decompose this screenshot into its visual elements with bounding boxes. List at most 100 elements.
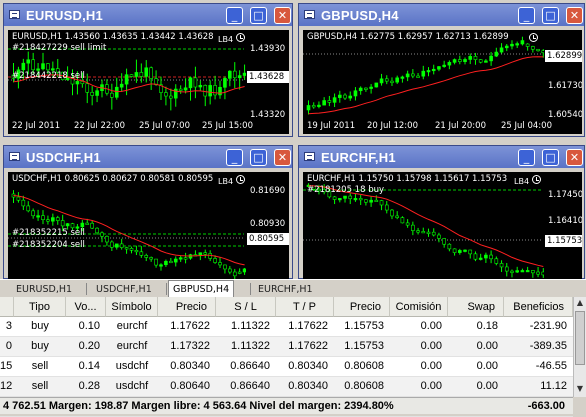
candle-body (228, 268, 232, 273)
table-row[interactable]: 12 sell 0.28 usdchf 0.80640 0.86640 0.80340 0.8… (0, 377, 573, 397)
window-titlebar[interactable]: EURUSD,H1 _ □ ✕ (4, 4, 292, 26)
candle-body (31, 59, 35, 71)
candle-body (531, 46, 535, 50)
window-titlebar[interactable]: GBPUSD,H4 _ □ ✕ (299, 4, 584, 26)
price-chart[interactable]: GBPUSD,H4 1.62775 1.62957 1.62713 1.6289… (303, 30, 582, 134)
order-id: 12 (0, 380, 13, 392)
candle-body (473, 56, 478, 60)
order-open-price: 0.80640 (170, 380, 210, 392)
order-type: buy (31, 340, 49, 352)
column-header-swap[interactable]: Swap (448, 297, 504, 317)
order-swap: 0.18 (476, 320, 498, 332)
table-scrollbar[interactable]: ▲ ▼ (573, 297, 586, 397)
order-current-price: 0.80608 (344, 380, 384, 392)
clock-icon (529, 33, 538, 42)
candle-body (46, 63, 50, 71)
window-titlebar[interactable]: USDCHF,H1 _ □ ✕ (4, 146, 292, 168)
order-open-price: 0.80340 (170, 360, 210, 372)
maximize-icon[interactable]: □ (250, 149, 267, 166)
candle-body (169, 95, 173, 99)
order-open-price: 1.17622 (170, 320, 210, 332)
candle-body (218, 262, 222, 266)
candle-body (173, 258, 178, 263)
order-type: sell (31, 380, 49, 392)
lb4-label: LB4 (218, 35, 234, 44)
column-header-symbol[interactable]: Símbolo (106, 297, 158, 317)
candle-body (237, 75, 242, 79)
candle-body (411, 224, 415, 231)
window-menu-icon[interactable] (304, 152, 315, 161)
window-menu-icon[interactable] (304, 10, 315, 19)
candle-body (473, 253, 478, 260)
table-row[interactable]: 0 buy 0.20 eurchf 1.17322 1.11322 1.17622 1.157… (0, 337, 573, 357)
order-volume: 0.20 (78, 340, 100, 352)
total-profit: -663.00 (527, 400, 565, 412)
candle-body (421, 231, 426, 234)
chart-window-eurusd[interactable]: EURUSD,H1 _ □ ✕ EURUSD,H1 1.43560 1.4363… (3, 3, 293, 137)
tab-eurusd-h1[interactable]: EURUSD,H1 (12, 282, 76, 297)
column-header-take-profit[interactable]: T / P (276, 297, 334, 317)
candle-body (525, 270, 530, 273)
candle-body (494, 51, 499, 57)
maximize-icon[interactable]: □ (542, 7, 559, 24)
price-chart[interactable]: EURCHF,H1 1.15750 1.15798 1.15617 1.1575… (303, 172, 582, 280)
table-row[interactable]: 3 buy 0.10 eurchf 1.17622 1.11322 1.17622 1.157… (0, 317, 573, 337)
chart-window-eurchf[interactable]: EURCHF,H1 _ □ ✕ EURCHF,H1 1.15750 1.1579… (298, 145, 585, 280)
price-chart[interactable]: USDCHF,H1 0.80625 0.80627 0.80581 0.8059… (8, 172, 289, 280)
order-swap: 0.00 (476, 380, 498, 392)
table-row[interactable]: 15 sell 0.14 usdchf 0.80340 0.86640 0.80340 0.8… (0, 357, 573, 377)
column-header-price[interactable]: Precio (158, 297, 216, 317)
close-icon[interactable]: ✕ (566, 149, 583, 166)
candle-body (364, 199, 368, 203)
candle-body (442, 238, 446, 245)
tab-eurchf-h1[interactable]: EURCHF,H1 (254, 282, 317, 297)
close-icon[interactable]: ✕ (274, 7, 291, 24)
candle-body (208, 85, 212, 97)
tab-usdchf-h1[interactable]: USDCHF,H1 (92, 282, 156, 297)
close-icon[interactable]: ✕ (274, 149, 291, 166)
minimize-icon[interactable]: _ (226, 149, 243, 166)
candle-body (85, 83, 90, 93)
column-header-order[interactable] (0, 297, 14, 317)
minimize-icon[interactable]: _ (226, 7, 243, 24)
candle-body (31, 210, 35, 217)
moving-average-line (308, 56, 544, 115)
minimize-icon[interactable]: _ (518, 7, 535, 24)
column-header-profit[interactable]: Beneficios (504, 297, 573, 317)
candle-body (458, 59, 462, 62)
minimize-icon[interactable]: _ (518, 149, 535, 166)
chart-window-usdchf[interactable]: USDCHF,H1 _ □ ✕ USDCHF,H1 0.80625 0.8062… (3, 145, 293, 280)
candle-body (452, 59, 457, 63)
candle-body (358, 87, 363, 92)
column-header-commission[interactable]: Comisión (390, 297, 448, 317)
window-menu-icon[interactable] (9, 10, 20, 19)
maximize-icon[interactable]: □ (542, 149, 559, 166)
window-titlebar[interactable]: EURCHF,H1 _ □ ✕ (299, 146, 584, 168)
scroll-up-icon[interactable]: ▲ (574, 297, 586, 309)
chart-window-gbpusd[interactable]: GBPUSD,H4 _ □ ✕ GBPUSD,H4 1.62775 1.6295… (298, 3, 585, 137)
column-header-tipo[interactable]: Tipo (14, 297, 66, 317)
column-header-current-price[interactable]: Precio (334, 297, 390, 317)
scrollbar-thumb[interactable] (575, 311, 585, 365)
order-current-price: 0.80608 (344, 360, 384, 372)
column-header-stop-loss[interactable]: S / L (216, 297, 276, 317)
candle-body (489, 254, 493, 260)
column-header-volume[interactable]: Vo... (66, 297, 106, 317)
price-chart[interactable]: EURUSD,H1 1.43560 1.43635 1.43442 1.4362… (8, 30, 289, 134)
window-menu-icon[interactable] (9, 152, 20, 161)
close-icon[interactable]: ✕ (566, 7, 583, 24)
candle-body (515, 43, 519, 46)
candle-body (484, 254, 488, 259)
candle-body (395, 77, 399, 83)
price-tick: 1.60540 (548, 110, 582, 120)
candle-body (119, 243, 124, 248)
candle-body (188, 77, 193, 89)
candle-body (75, 81, 80, 85)
candle-body (306, 105, 311, 111)
candle-body (139, 251, 144, 256)
candle-body (520, 40, 525, 45)
tab-separator (250, 283, 251, 295)
order-take-profit: 1.17622 (288, 340, 328, 352)
maximize-icon[interactable]: □ (250, 7, 267, 24)
scroll-down-icon[interactable]: ▼ (574, 383, 586, 395)
